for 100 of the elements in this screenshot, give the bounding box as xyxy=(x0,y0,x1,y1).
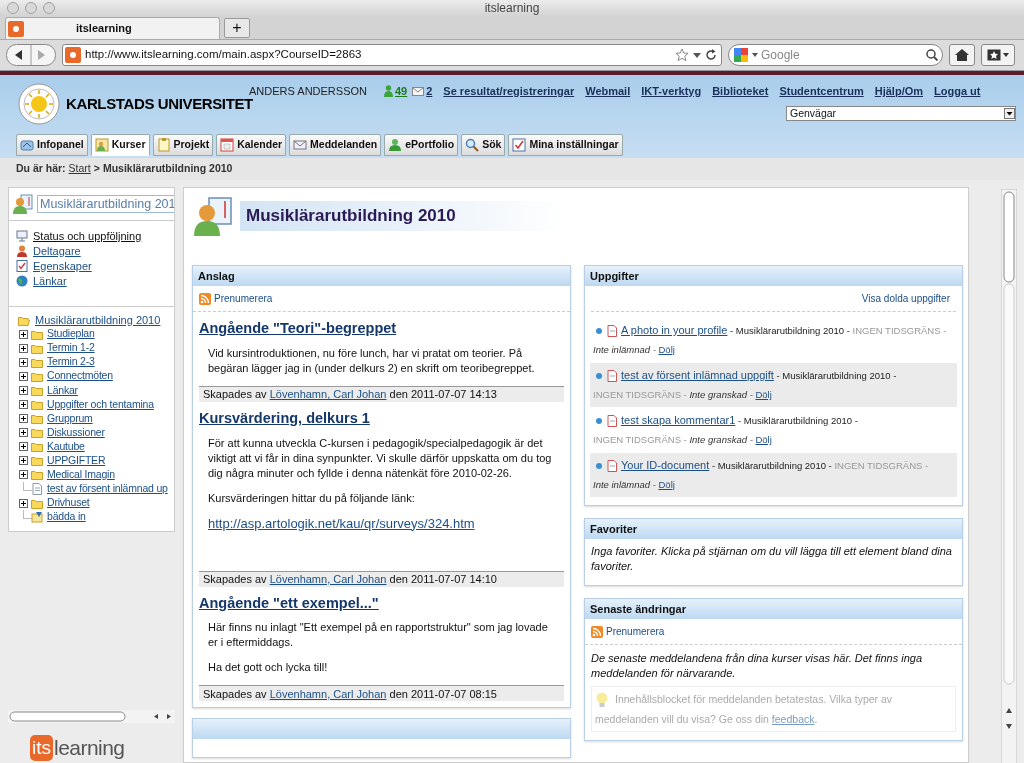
search-bar[interactable]: Google xyxy=(728,44,943,66)
tree-item[interactable]: Uppgifter och tentamina xyxy=(47,396,154,413)
nav-tab[interactable]: Mina inställningar xyxy=(508,134,623,156)
sidebar-link[interactable]: Länkar xyxy=(33,272,67,290)
panel-title: Senaste ändringar xyxy=(590,601,686,617)
dropdown-caret-icon xyxy=(752,52,758,58)
window-control-icon xyxy=(43,2,55,14)
task-link[interactable]: test skapa kommentar1 xyxy=(621,414,736,426)
address-bar[interactable]: http://www.itslearning.com/main.aspx?CourseID=2863 xyxy=(62,44,722,66)
tree-item[interactable]: bädda in xyxy=(47,509,86,526)
tree-item[interactable]: Termin 2-3 xyxy=(47,354,95,371)
tree-item[interactable]: Medical Imagin xyxy=(47,467,115,483)
tree-item[interactable]: Kautube xyxy=(47,438,85,455)
task-link[interactable]: Your ID-document xyxy=(621,459,710,471)
panel-title: Favoriter xyxy=(590,521,638,537)
tree-item[interactable]: test av försent inlämnad up xyxy=(47,481,168,497)
messages-link[interactable]: 2 xyxy=(412,83,433,100)
task-course: - Musiklärarutbildning 2010 - xyxy=(776,370,897,381)
task-link[interactable]: test av försent inlämnad uppgift xyxy=(621,369,774,381)
author-link[interactable]: Lövenhamn, Carl Johan xyxy=(269,687,387,700)
subscribe-link[interactable]: Prenumerera xyxy=(214,291,273,306)
new-tab-button[interactable]: + xyxy=(224,18,250,38)
post-byline: Skapades av Lövenhamn, Carl Johan den 2011-07-07 14:10 xyxy=(203,571,497,587)
header-link[interactable]: Studentcentrum xyxy=(779,83,864,100)
task-link[interactable]: A photo in your profile xyxy=(621,324,728,336)
tree-item[interactable]: Grupprum xyxy=(47,410,93,427)
rss-icon xyxy=(199,292,211,305)
shortcuts-dropdown[interactable]: Genvägar xyxy=(786,106,1016,121)
header-link[interactable]: Logga ut xyxy=(934,83,981,100)
task-deadline: INGEN TIDSGRÄNS - xyxy=(593,389,687,400)
folder-icon xyxy=(31,370,43,382)
folder-icon xyxy=(31,399,43,410)
teacher-icon xyxy=(13,194,33,214)
post-text: För att kunna utveckla C-kursen i pedagogik/specialpedagogik är det viktigt att vi får in dina synpunkter. Vi skulle därför uppskatta om du tog dig några minuter och fyllde i denna nätenkät före 2010-02-26. xyxy=(208,435,553,481)
folder-icon xyxy=(31,413,43,425)
hide-link[interactable]: Dölj xyxy=(755,389,772,400)
hide-link[interactable]: Dölj xyxy=(755,434,772,445)
nav-tab[interactable]: Projekt xyxy=(152,134,214,156)
bookmarks-button[interactable] xyxy=(981,44,1015,66)
home-button[interactable] xyxy=(949,44,975,66)
browser-tab[interactable]: itslearning xyxy=(5,17,220,39)
tree-item[interactable]: Diskussioner xyxy=(47,424,105,441)
vertical-scrollbar-icon xyxy=(1001,189,1017,763)
dropdown-caret-icon xyxy=(693,51,701,59)
post-byline: Skapades av Lövenhamn, Carl Johan den 2011-07-07 08:15 xyxy=(203,686,497,702)
author-link[interactable]: Lövenhamn, Carl Johan xyxy=(269,388,387,400)
author-link[interactable]: Lövenhamn, Carl Johan xyxy=(269,572,387,585)
tree-item[interactable]: Connectmöten xyxy=(47,368,113,385)
course-field[interactable]: Musiklärarutbildning 201 xyxy=(37,195,174,213)
lightbulb-icon xyxy=(595,692,609,709)
nav-tab[interactable]: Kalender xyxy=(216,134,287,156)
header-link[interactable]: Biblioteket xyxy=(712,83,769,100)
rss-icon xyxy=(591,625,603,638)
nav-tab[interactable]: Infopanel xyxy=(16,134,88,156)
tree-item[interactable]: UPPGIFTER xyxy=(47,453,106,469)
folder-icon xyxy=(31,455,43,467)
header-link[interactable]: Se resultat/registreringar xyxy=(443,83,575,100)
task-deadline: INGEN TIDSGRÄNS - xyxy=(852,325,947,336)
post-link[interactable]: http://asp.artologik.net/kau/qr/surveys/324.htm xyxy=(208,515,555,561)
task-course: - Musiklärarutbildning 2010 - xyxy=(738,415,858,426)
header-link[interactable]: Webmail xyxy=(585,83,631,100)
hide-link[interactable]: Dölj xyxy=(658,344,675,355)
task-status: Inte inlämnad - xyxy=(593,479,656,490)
favorites-text: Inga favoriter. Klicka på stjärnan om du vill lägga till ett element bland dina favoriter. xyxy=(590,544,953,574)
checklist-icon xyxy=(16,260,28,272)
tree-item[interactable]: Studieplan xyxy=(47,326,95,342)
site-icon xyxy=(8,20,24,37)
tree-item[interactable]: Musiklärarutbildning 2010 xyxy=(35,311,161,329)
dropdown-caret-icon xyxy=(1004,108,1015,119)
task-status: Inte granskad - xyxy=(689,434,753,445)
post-title[interactable]: Kursvärdering, delkurs 1 xyxy=(199,407,564,430)
header-link[interactable]: IKT-verktyg xyxy=(641,83,702,100)
document-icon xyxy=(604,460,618,473)
tree-item[interactable]: Länkar xyxy=(47,382,78,399)
sidebar-link[interactable]: Deltagare xyxy=(33,242,81,260)
post-title[interactable]: Angående "ett exempel..." xyxy=(199,592,564,615)
globe-icon xyxy=(16,275,28,287)
search-field[interactable]: Google xyxy=(761,46,923,64)
folder-icon xyxy=(31,427,43,439)
folder-icon xyxy=(31,342,43,354)
post-title[interactable]: Angående "Teori"-begreppet xyxy=(199,318,564,340)
panel-title: Anslag xyxy=(198,268,235,284)
hide-link[interactable]: Dölj xyxy=(658,479,675,490)
calendar-icon xyxy=(220,138,235,152)
tree-item[interactable]: Drivhuset xyxy=(47,495,90,512)
sun-emblem-icon xyxy=(18,83,60,125)
subscribe-link[interactable]: Prenumerera xyxy=(606,624,665,639)
header-link[interactable]: Hjälp/Om xyxy=(874,83,924,100)
folder-icon xyxy=(31,356,43,368)
nav-tab[interactable]: Sök xyxy=(461,134,506,156)
nav-tab[interactable]: ePortfolio xyxy=(384,134,459,156)
breadcrumb-link[interactable]: Start xyxy=(68,161,91,177)
tree-item[interactable]: Termin 1-2 xyxy=(47,340,95,356)
sidebar-link[interactable]: Status och uppföljning xyxy=(33,227,142,245)
nav-tab[interactable]: Kurser xyxy=(90,134,150,156)
person-icon xyxy=(384,85,393,98)
show-hidden-link[interactable]: Visa dolda uppgifter xyxy=(861,291,950,306)
site-icon xyxy=(65,47,81,63)
nav-tab[interactable]: Meddelanden xyxy=(289,134,382,156)
sidebar-link[interactable]: Egenskaper xyxy=(33,257,92,275)
